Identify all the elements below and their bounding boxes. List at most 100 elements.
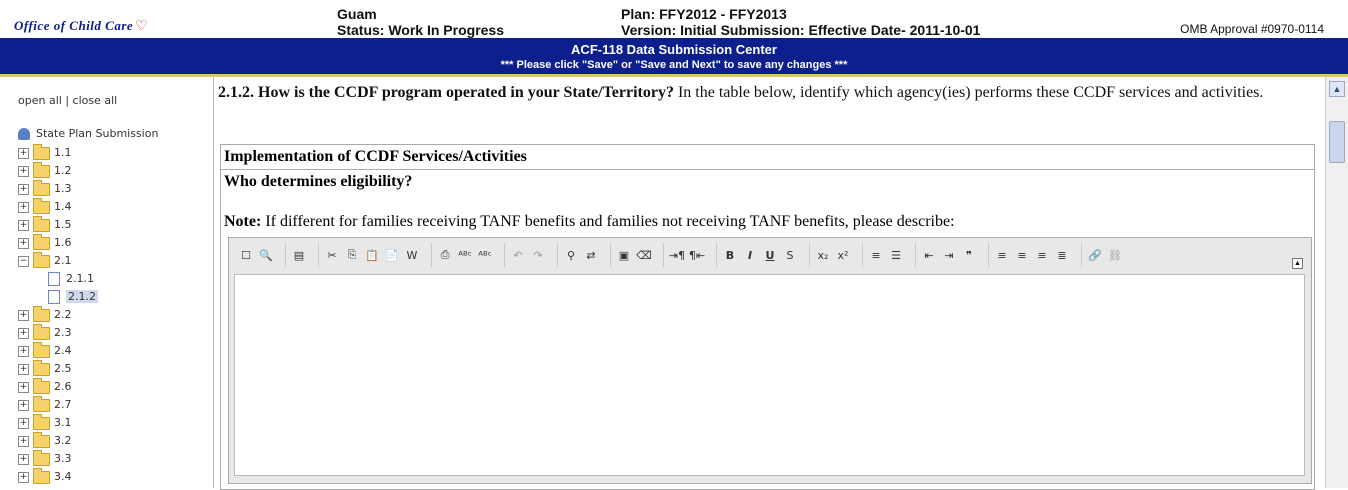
tree-item-label: 2.1.1 bbox=[66, 272, 94, 285]
remove-format-icon[interactable]: ⌫ bbox=[634, 245, 654, 265]
toolbar-group: ≡ ☰ bbox=[862, 243, 909, 267]
justify-icon[interactable]: ≣ bbox=[1052, 245, 1072, 265]
align-right-icon[interactable]: ≡ bbox=[1032, 245, 1052, 265]
paste-icon[interactable]: 📋 bbox=[362, 245, 382, 265]
tree-item-1-5[interactable]: +1.5 bbox=[18, 215, 158, 234]
tree-item-3-3[interactable]: +3.3 bbox=[18, 449, 158, 468]
tree-item-2-6[interactable]: +2.6 bbox=[18, 377, 158, 396]
open-all-link[interactable]: open all bbox=[18, 94, 62, 107]
toolbar-group: 🔗 ⛓ bbox=[1081, 243, 1128, 267]
folder-icon bbox=[33, 251, 50, 268]
select-all-icon[interactable]: ▣ bbox=[614, 245, 634, 265]
tree-item-1-4[interactable]: +1.4 bbox=[18, 197, 158, 216]
tree-item-label: 2.3 bbox=[54, 326, 72, 339]
collapse-icon[interactable]: − bbox=[18, 255, 29, 267]
preview-icon[interactable]: 🔍 bbox=[256, 245, 276, 265]
vertical-scrollbar[interactable]: ▲ bbox=[1325, 77, 1348, 488]
tree-item-2-5[interactable]: +2.5 bbox=[18, 359, 158, 378]
outdent-icon[interactable]: ⇤ bbox=[919, 245, 939, 265]
toolbar-group: x₂ x² bbox=[809, 243, 856, 267]
logo-text: Office of Child Care bbox=[14, 18, 134, 33]
tree-item-label: 1.6 bbox=[54, 236, 72, 249]
tree-item-label: 2.1.2 bbox=[66, 290, 98, 303]
eligibility-question: Who determines eligibility? bbox=[224, 173, 413, 190]
spellcheck-icon[interactable]: ᴬᴮᶜ bbox=[455, 245, 475, 265]
align-left-icon[interactable]: ≡ bbox=[992, 245, 1012, 265]
ltr-icon[interactable]: ⇥¶ bbox=[667, 245, 687, 265]
indent-icon[interactable]: ⇥ bbox=[939, 245, 959, 265]
copy-icon[interactable]: ⎘ bbox=[342, 245, 362, 265]
scroll-up-icon[interactable]: ▲ bbox=[1329, 81, 1345, 97]
folder-icon bbox=[33, 413, 50, 430]
tree-item-3-1[interactable]: +3.1 bbox=[18, 413, 158, 432]
tree-item-2-1[interactable]: − 2.1 bbox=[18, 251, 158, 270]
expand-icon[interactable]: + bbox=[18, 147, 29, 159]
tree-item-2-1-1[interactable]: 2.1.1 bbox=[18, 270, 158, 288]
tree-item-label: 2.1 bbox=[54, 254, 72, 267]
tree-item-label: 3.1 bbox=[54, 416, 72, 429]
tree-item-1-1[interactable]: +1.1 bbox=[18, 143, 158, 162]
bold-icon[interactable]: B bbox=[720, 245, 740, 265]
expand-icon[interactable]: + bbox=[18, 471, 29, 483]
numbered-list-icon[interactable]: ≡ bbox=[866, 245, 886, 265]
editor-toolbar: ☐ 🔍 ▤ ✂ ⎘ 📋 📄 W ⎙ ᴬᴮᶜ ᴬᴮᶜ ↶ ↷ ⚲ ⇄ ▣ ⌫ ⇥¶ ¶⇤ B I U Sx₂ x² ≡ ☰ ⇤ ⇥ ❞ ≡ ≡… bbox=[233, 242, 1134, 268]
blockquote-icon[interactable]: ❞ bbox=[959, 245, 979, 265]
link-icon[interactable]: 🔗 bbox=[1085, 245, 1105, 265]
expand-icon[interactable]: + bbox=[18, 219, 29, 231]
collapse-toolbar-icon[interactable]: ▲ bbox=[1292, 258, 1303, 269]
spellcheck-as-you-type-icon[interactable]: ᴬᴮᶜ bbox=[475, 245, 495, 265]
expand-icon[interactable]: + bbox=[18, 309, 29, 321]
new-page-icon[interactable]: ☐ bbox=[236, 245, 256, 265]
editor-text-area[interactable] bbox=[234, 274, 1305, 476]
folder-icon bbox=[33, 323, 50, 340]
folder-icon bbox=[33, 233, 50, 250]
superscript-icon[interactable]: x² bbox=[833, 245, 853, 265]
subscript-icon[interactable]: x₂ bbox=[813, 245, 833, 265]
close-all-link[interactable]: close all bbox=[73, 94, 118, 107]
find-icon[interactable]: ⚲ bbox=[561, 245, 581, 265]
scroll-thumb[interactable] bbox=[1329, 121, 1345, 163]
bulleted-list-icon[interactable]: ☰ bbox=[886, 245, 906, 265]
tree-item-label: 2.5 bbox=[54, 362, 72, 375]
expand-icon[interactable]: + bbox=[18, 237, 29, 249]
print-icon[interactable]: ⎙ bbox=[435, 245, 455, 265]
tree-item-1-2[interactable]: +1.2 bbox=[18, 161, 158, 180]
expand-icon[interactable]: + bbox=[18, 435, 29, 447]
strike-icon[interactable]: S bbox=[780, 245, 800, 265]
tree-item-2-7[interactable]: +2.7 bbox=[18, 395, 158, 414]
undo-icon[interactable]: ↶ bbox=[508, 245, 528, 265]
toolbar-group: ⎙ ᴬᴮᶜ ᴬᴮᶜ bbox=[431, 243, 498, 267]
expand-icon[interactable]: + bbox=[18, 381, 29, 393]
paste-word-icon[interactable]: W bbox=[402, 245, 422, 265]
expand-icon[interactable]: + bbox=[18, 165, 29, 177]
tree-item-2-3[interactable]: +2.3 bbox=[18, 323, 158, 342]
tree-item-1-6[interactable]: +1.6 bbox=[18, 233, 158, 252]
tree-item-1-3[interactable]: +1.3 bbox=[18, 179, 158, 198]
expand-icon[interactable]: + bbox=[18, 327, 29, 339]
expand-icon[interactable]: + bbox=[18, 201, 29, 213]
expand-icon[interactable]: + bbox=[18, 363, 29, 375]
align-center-icon[interactable]: ≡ bbox=[1012, 245, 1032, 265]
rtl-icon[interactable]: ¶⇤ bbox=[687, 245, 707, 265]
tree-item-3-2[interactable]: +3.2 bbox=[18, 431, 158, 450]
tree-item-2-4[interactable]: +2.4 bbox=[18, 341, 158, 360]
redo-icon[interactable]: ↷ bbox=[528, 245, 548, 265]
tree-root[interactable]: State Plan Submission bbox=[18, 125, 158, 143]
underline-icon[interactable]: U bbox=[760, 245, 780, 265]
tree-item-2-2[interactable]: +2.2 bbox=[18, 305, 158, 324]
expand-icon[interactable]: + bbox=[18, 399, 29, 411]
tree-item-label: 3.3 bbox=[54, 452, 72, 465]
paste-text-icon[interactable]: 📄 bbox=[382, 245, 402, 265]
tree-item-2-1-2[interactable]: 2.1.2 bbox=[18, 288, 158, 306]
expand-icon[interactable]: + bbox=[18, 453, 29, 465]
expand-icon[interactable]: + bbox=[18, 417, 29, 429]
expand-icon[interactable]: + bbox=[18, 345, 29, 357]
templates-icon[interactable]: ▤ bbox=[289, 245, 309, 265]
unlink-icon[interactable]: ⛓ bbox=[1105, 245, 1125, 265]
cut-icon[interactable]: ✂ bbox=[322, 245, 342, 265]
expand-icon[interactable]: + bbox=[18, 183, 29, 195]
italic-icon[interactable]: I bbox=[740, 245, 760, 265]
toolbar-group: ☐ 🔍 bbox=[233, 243, 279, 267]
tree-item-3-4[interactable]: +3.4 bbox=[18, 467, 158, 486]
replace-icon[interactable]: ⇄ bbox=[581, 245, 601, 265]
